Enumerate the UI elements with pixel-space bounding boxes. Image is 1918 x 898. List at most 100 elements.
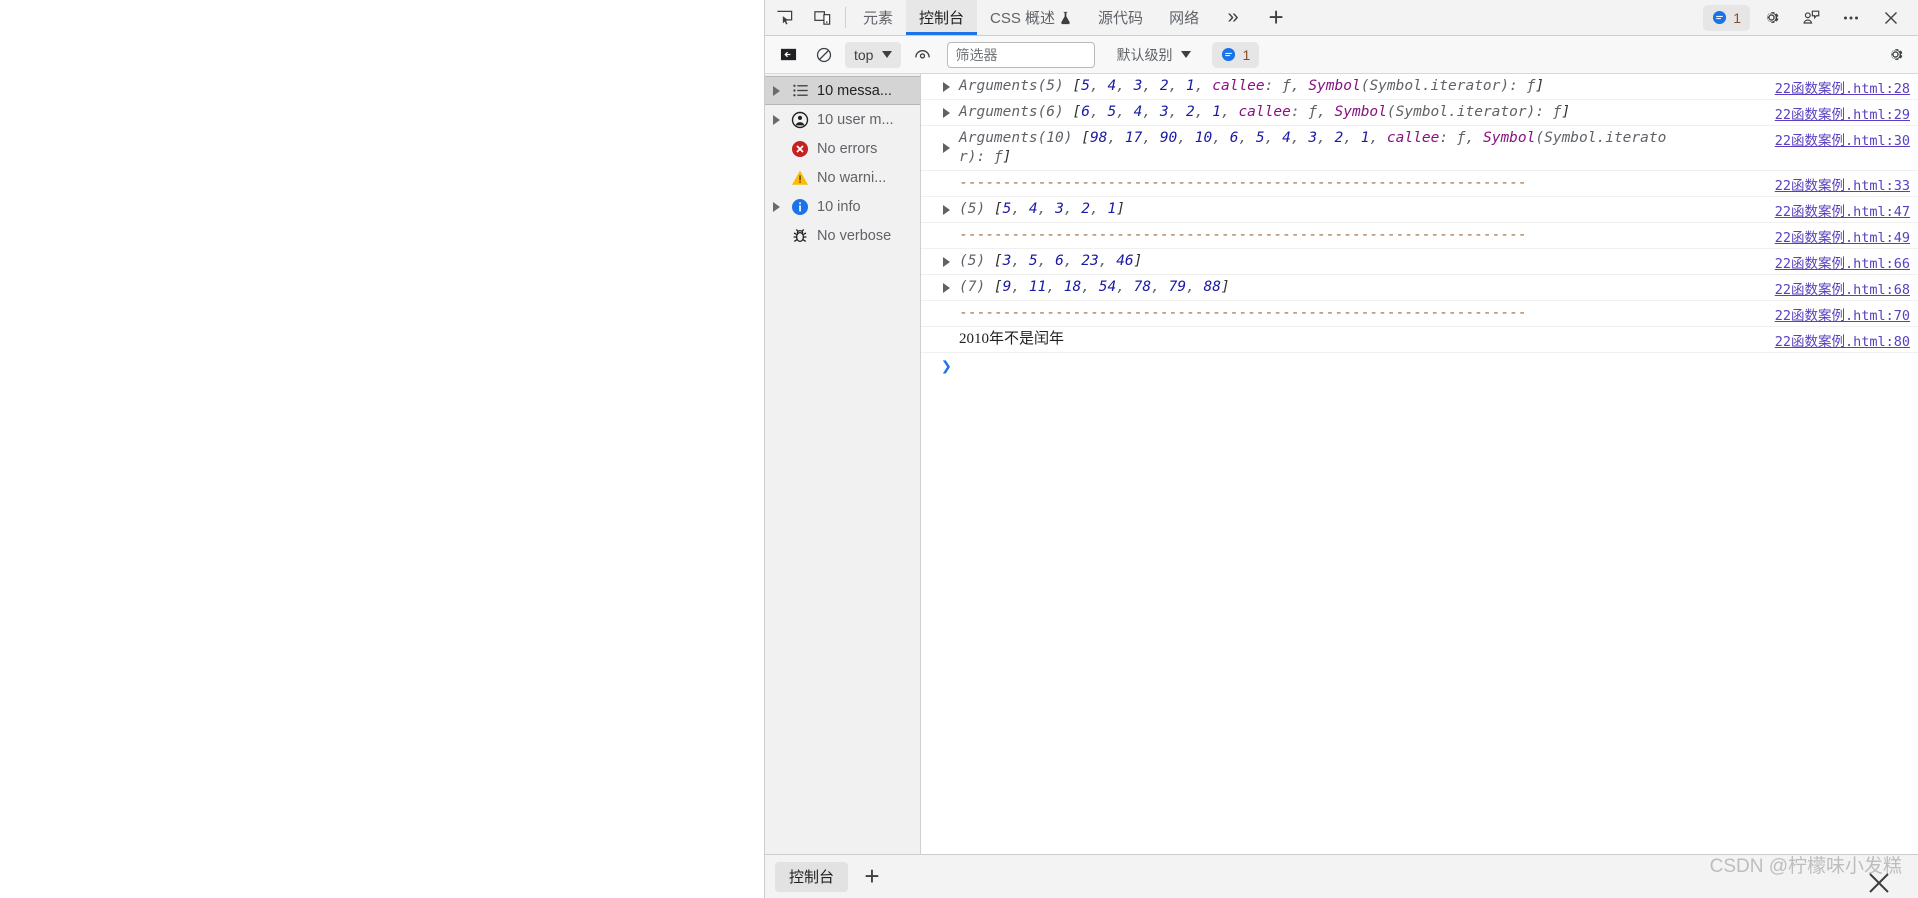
sidebar-item-errors[interactable]: No errors bbox=[765, 134, 920, 163]
sidebar-item-label: 10 info bbox=[817, 198, 861, 215]
tabbar-divider bbox=[845, 7, 846, 28]
add-panel-button[interactable]: + bbox=[1254, 0, 1298, 35]
console-issues-chip[interactable]: 1 bbox=[1212, 41, 1260, 68]
message-bubble-icon bbox=[1712, 10, 1727, 25]
devtools-settings-button[interactable] bbox=[1752, 2, 1790, 34]
feedback-button[interactable] bbox=[1792, 2, 1830, 34]
execution-context-value: top bbox=[854, 46, 874, 63]
bug-icon bbox=[789, 227, 811, 245]
error-icon bbox=[789, 140, 811, 158]
console-log-source-link[interactable]: 22函数案例.html:49 bbox=[1775, 226, 1910, 246]
expand-triangle-icon[interactable] bbox=[943, 107, 950, 118]
console-log-text: ----------------------------------------… bbox=[959, 305, 1527, 321]
sidebar-item-label: 10 messa... bbox=[817, 82, 892, 99]
gear-icon bbox=[1886, 45, 1905, 64]
experiment-flask-icon bbox=[1059, 11, 1072, 25]
console-log-row[interactable]: (7) [9, 11, 18, 54, 78, 79, 88] 22函数案例.ht… bbox=[921, 275, 1918, 301]
sidebar-item-verbose[interactable]: No verbose bbox=[765, 221, 920, 250]
sidebar-item-warnings[interactable]: No warni... bbox=[765, 163, 920, 192]
tab-elements-label: 元素 bbox=[863, 10, 894, 27]
console-log-source-link[interactable]: 22函数案例.html:70 bbox=[1775, 304, 1910, 324]
console-log-text: Arguments(10) [98, 17, 90, 10, 6, 5, 4, … bbox=[959, 130, 1667, 165]
console-settings-button[interactable] bbox=[1878, 40, 1912, 70]
console-log-row[interactable]: Arguments(6) [6, 5, 4, 3, 2, 1, callee: … bbox=[921, 100, 1918, 126]
inspect-element-icon bbox=[775, 8, 794, 27]
console-log-row[interactable]: (5) [3, 5, 6, 23, 46] 22函数案例.html:66 bbox=[921, 249, 1918, 275]
console-issues-count: 1 bbox=[1242, 46, 1251, 63]
console-log-row[interactable]: Arguments(10) [98, 17, 90, 10, 6, 5, 4, … bbox=[921, 126, 1918, 171]
console-log-row[interactable]: 2010年不是闰年 22函数案例.html:80 bbox=[921, 327, 1918, 353]
chevron-double-right-icon: » bbox=[1227, 6, 1239, 28]
expand-triangle-icon[interactable] bbox=[769, 201, 783, 212]
drawer-tab-label: 控制台 bbox=[789, 869, 835, 886]
console-prompt-row[interactable]: ❯ bbox=[921, 353, 1918, 379]
console-log-text: ----------------------------------------… bbox=[959, 175, 1527, 191]
close-devtools-button[interactable] bbox=[1872, 2, 1910, 34]
tab-elements[interactable]: 元素 bbox=[850, 0, 906, 35]
plus-icon: + bbox=[1268, 2, 1284, 32]
issues-count: 1 bbox=[1733, 9, 1741, 26]
console-log-text: Arguments(6) [6, 5, 4, 3, 2, 1, callee: … bbox=[959, 104, 1571, 120]
console-log-source-link[interactable]: 22函数案例.html:33 bbox=[1775, 174, 1910, 194]
device-toolbar-icon bbox=[813, 8, 832, 27]
drawer-add-tool-button[interactable]: + bbox=[850, 861, 894, 892]
filter-input[interactable] bbox=[947, 41, 1096, 68]
webpage-viewport bbox=[0, 0, 764, 898]
expand-triangle-icon[interactable] bbox=[943, 143, 950, 153]
tab-network-label: 网络 bbox=[1169, 10, 1200, 27]
console-log-row[interactable]: (5) [5, 4, 3, 2, 1] 22函数案例.html:47 bbox=[921, 197, 1918, 223]
sidebar-item-messages[interactable]: 10 messa... bbox=[765, 76, 920, 105]
console-log-pane[interactable]: Arguments(5) [5, 4, 3, 2, 1, callee: ƒ, … bbox=[921, 74, 1918, 854]
close-icon bbox=[1881, 8, 1901, 28]
console-log-source-link[interactable]: 22函数案例.html:28 bbox=[1775, 77, 1910, 97]
tab-sources-label: 源代码 bbox=[1098, 10, 1144, 27]
expand-triangle-icon[interactable] bbox=[943, 256, 950, 267]
expand-triangle-icon[interactable] bbox=[943, 204, 950, 215]
console-log-source-link[interactable]: 22函数案例.html:66 bbox=[1775, 252, 1910, 272]
prompt-caret-icon: ❯ bbox=[941, 355, 952, 377]
sidebar-item-user-messages[interactable]: 10 user m... bbox=[765, 105, 920, 134]
console-log-source-link[interactable]: 22函数案例.html:80 bbox=[1775, 330, 1910, 350]
devtools-drawer: 控制台 + bbox=[765, 854, 1918, 898]
console-log-text: (5) [5, 4, 3, 2, 1] bbox=[959, 201, 1125, 217]
toggle-console-sidebar-button[interactable] bbox=[771, 40, 805, 70]
console-body: 10 messa... 10 user m... No errors No wa… bbox=[765, 74, 1918, 854]
console-log-source-link[interactable]: 22函数案例.html:29 bbox=[1775, 103, 1910, 123]
inspect-element-button[interactable] bbox=[765, 0, 803, 35]
sidebar-item-info[interactable]: 10 info bbox=[765, 192, 920, 221]
screenshot-root: 元素 控制台 CSS 概述 源代码 网络 » + 1 top 筛选器 默认级别 … bbox=[0, 0, 1918, 898]
gear-icon bbox=[1762, 8, 1781, 27]
tab-sources[interactable]: 源代码 bbox=[1085, 0, 1156, 35]
drawer-tab-console[interactable]: 控制台 bbox=[775, 861, 849, 892]
console-log-source-link[interactable]: 22函数案例.html:68 bbox=[1775, 278, 1910, 298]
clear-console-button[interactable] bbox=[807, 40, 841, 70]
console-log-list: Arguments(5) [5, 4, 3, 2, 1, callee: ƒ, … bbox=[921, 74, 1918, 353]
info-icon bbox=[789, 198, 811, 216]
device-toolbar-button[interactable] bbox=[803, 0, 841, 35]
sidebar-item-label: 10 user m... bbox=[817, 111, 894, 128]
expand-triangle-icon[interactable] bbox=[943, 282, 950, 293]
console-log-source-link[interactable]: 22函数案例.html:47 bbox=[1775, 200, 1910, 220]
log-level-value: 默认级别 bbox=[1116, 46, 1173, 63]
console-log-row[interactable]: ----------------------------------------… bbox=[921, 301, 1918, 327]
expand-triangle-icon[interactable] bbox=[943, 81, 950, 92]
execution-context-selector[interactable]: top bbox=[845, 41, 902, 68]
expand-triangle-icon[interactable] bbox=[769, 85, 783, 96]
tab-network[interactable]: 网络 bbox=[1156, 0, 1212, 35]
devtools-tabbar: 元素 控制台 CSS 概述 源代码 网络 » + 1 bbox=[765, 0, 1918, 36]
console-log-text: 2010年不是闰年 bbox=[959, 331, 1065, 347]
expand-triangle-icon[interactable] bbox=[769, 114, 783, 125]
more-options-button[interactable] bbox=[1832, 2, 1870, 34]
sidebar-item-label: No warni... bbox=[817, 169, 887, 186]
tab-css-overview[interactable]: CSS 概述 bbox=[977, 0, 1085, 35]
more-tabs-button[interactable]: » bbox=[1212, 0, 1254, 35]
console-log-row[interactable]: Arguments(5) [5, 4, 3, 2, 1, callee: ƒ, … bbox=[921, 74, 1918, 100]
tab-console[interactable]: 控制台 bbox=[906, 0, 978, 35]
console-log-source-link[interactable]: 22函数案例.html:30 bbox=[1775, 129, 1910, 149]
more-options-icon bbox=[1841, 8, 1861, 28]
log-level-selector[interactable]: 默认级别 bbox=[1107, 42, 1200, 68]
console-log-row[interactable]: ----------------------------------------… bbox=[921, 223, 1918, 249]
console-log-row[interactable]: ----------------------------------------… bbox=[921, 171, 1918, 197]
issues-badge-button[interactable]: 1 bbox=[1703, 4, 1750, 31]
live-expression-button[interactable] bbox=[905, 40, 939, 70]
